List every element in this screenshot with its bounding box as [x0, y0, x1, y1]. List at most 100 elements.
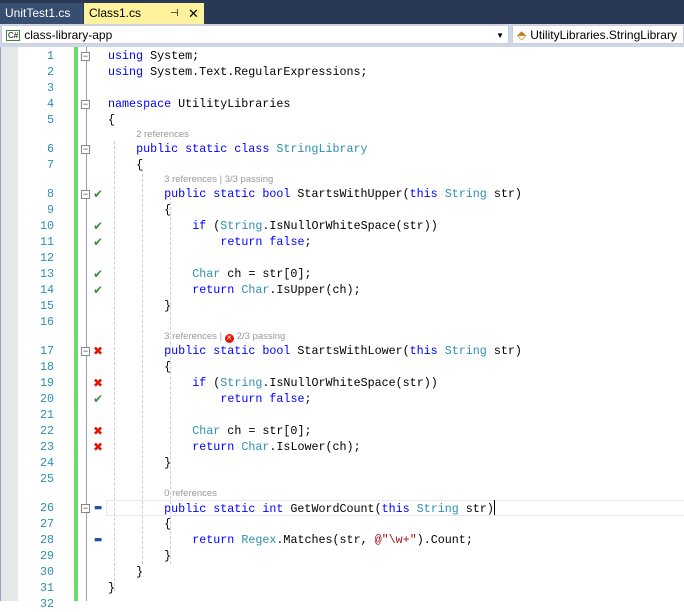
tab-class1[interactable]: Class1.cs ⊣ ✕ [84, 3, 204, 24]
code-line[interactable]: 1 − using System; [0, 48, 684, 64]
code-line[interactable]: 23 ✖ return Char.IsLower(ch); [0, 439, 684, 455]
code-line[interactable]: 32 [0, 596, 684, 612]
codelens-tests[interactable]: 2/3 passing [237, 331, 286, 342]
code-line[interactable]: 26 − ▬ public static int GetWordCount(this … [0, 500, 684, 516]
code-line[interactable]: 5{ [0, 112, 684, 128]
code-line[interactable]: 25 [0, 471, 684, 487]
codelens-references[interactable]: 3 references | 3/3 passing [164, 174, 273, 185]
code-line[interactable]: 20 ✔ return false; [0, 391, 684, 407]
scope-dropdown[interactable]: ⬘ UtilityLibraries.StringLibrary [512, 25, 684, 44]
test-fail-icon[interactable]: ✖ [92, 423, 104, 439]
code-line[interactable]: 4 − namespace UtilityLibraries [0, 96, 684, 112]
tab-bar: UnitTest1.cs Class1.cs ⊣ ✕ [0, 0, 684, 24]
code-line[interactable]: 31} [0, 580, 684, 596]
code-token: .IsUpper(ch); [269, 283, 361, 297]
codelens[interactable]: 3 references | 3/3 passing [164, 173, 273, 187]
code-line[interactable]: 2 using System.Text.RegularExpressions; [0, 64, 684, 80]
not-covered-icon[interactable]: ▬ [92, 532, 104, 548]
code-line[interactable]: 19 ✖ if (String.IsNullOrWhiteSpace(str)) [0, 375, 684, 391]
code-line[interactable]: 29} [0, 548, 684, 564]
indent-guide [170, 197, 172, 564]
test-pass-icon[interactable]: ✔ [92, 218, 104, 234]
type-name: StringLibrary [276, 142, 368, 156]
code-line[interactable]: 18{ [0, 359, 684, 375]
code-line[interactable]: 10 ✔ if (String.IsNullOrWhiteSpace(str)) [0, 218, 684, 234]
line-number: 6 [46, 142, 54, 156]
test-pass-icon[interactable]: ✔ [92, 186, 104, 202]
code-line[interactable]: 7{ [0, 157, 684, 173]
type-name: String [444, 344, 487, 358]
test-pass-icon[interactable]: ✔ [92, 282, 104, 298]
codelens-references[interactable]: 2 references [136, 129, 189, 140]
code-line[interactable]: 8 − ✔ public static bool StartsWithUpper(th… [0, 186, 684, 202]
test-pass-icon[interactable]: ✔ [92, 234, 104, 250]
code-token: StartsWithLower( [297, 344, 410, 358]
code-line[interactable]: 28 ▬ return Regex.Matches(str, @"\w+").Cou… [0, 532, 684, 548]
keyword: this [381, 502, 417, 516]
line-number: 11 [39, 235, 54, 249]
collapse-icon[interactable]: − [81, 100, 90, 109]
code-editor[interactable]: 1 − using System; 2 using System.Text.Regula… [0, 47, 684, 611]
code-text: return false; [220, 234, 311, 250]
code-line[interactable]: 17 − ✖ public static bool StartsWithLower(t… [0, 343, 684, 359]
keyword: this [409, 187, 445, 201]
close-icon[interactable]: ✕ [188, 3, 199, 24]
project-dropdown[interactable]: C# class-library-app ▼ [1, 25, 509, 44]
code-line[interactable]: 22 ✖ Char ch = str[0]; [0, 423, 684, 439]
test-pass-icon[interactable]: ✔ [92, 266, 104, 282]
test-fail-icon[interactable]: ✖ [92, 343, 104, 359]
code-line[interactable]: 12 [0, 250, 684, 266]
code-line[interactable]: 16 [0, 314, 684, 330]
collapse-icon[interactable]: − [81, 145, 90, 154]
code-line[interactable]: 27{ [0, 516, 684, 532]
keyword: if [192, 219, 214, 233]
collapse-icon[interactable]: − [81, 347, 90, 356]
line-number: 20 [39, 392, 54, 406]
code-token: .IsNullOrWhiteSpace(str)) [262, 219, 438, 233]
keyword: public static int [164, 502, 291, 516]
not-covered-icon[interactable]: ▬ [92, 500, 104, 516]
code-line[interactable]: 6 − public static class StringLibrary [0, 141, 684, 157]
code-line[interactable]: 9{ [0, 202, 684, 218]
type-name: Regex [241, 533, 277, 547]
type-name: String [416, 502, 459, 516]
codelens[interactable]: 2 references [136, 128, 189, 142]
type-name: Char [192, 267, 221, 281]
collapse-icon[interactable]: − [81, 190, 90, 199]
codelens-references[interactable]: 0 references [164, 488, 217, 499]
code-token: UtilityLibraries [171, 97, 291, 111]
test-fail-icon[interactable]: ✖ [92, 439, 104, 455]
code-line[interactable]: 13 ✔ Char ch = str[0]; [0, 266, 684, 282]
code-text: Char ch = str[0]; [192, 423, 311, 439]
pin-icon[interactable]: ⊣ [170, 3, 179, 24]
code-line[interactable]: 15} [0, 298, 684, 314]
tab-label: Class1.cs [89, 6, 142, 20]
code-token: ).Count; [416, 533, 473, 547]
code-line[interactable]: 30} [0, 564, 684, 580]
code-token: str) [486, 187, 522, 201]
line-number: 24 [39, 456, 54, 470]
tab-unittest1[interactable]: UnitTest1.cs [0, 3, 83, 24]
code-token: ; [304, 392, 312, 406]
line-number: 19 [39, 376, 54, 390]
test-pass-icon[interactable]: ✔ [92, 391, 104, 407]
code-line[interactable]: 24} [0, 455, 684, 471]
test-fail-icon: ✕ [224, 334, 234, 343]
line-number: 4 [46, 97, 54, 111]
code-text: public static class StringLibrary [136, 141, 367, 157]
code-line[interactable]: 3 [0, 80, 684, 96]
chevron-down-icon[interactable]: ▼ [496, 26, 504, 45]
codelens[interactable]: 0 references [164, 487, 217, 501]
collapse-icon[interactable]: − [81, 52, 90, 61]
collapse-icon[interactable]: − [81, 504, 90, 513]
string-literal: @"\w+" [374, 533, 417, 547]
code-line[interactable]: 14 ✔ return Char.IsUpper(ch); [0, 282, 684, 298]
line-number: 28 [39, 533, 54, 547]
code-line[interactable]: 21 [0, 407, 684, 423]
test-fail-icon[interactable]: ✖ [92, 375, 104, 391]
code-text: if (String.IsNullOrWhiteSpace(str)) [192, 375, 438, 391]
codelens-references[interactable]: 3 references | [164, 331, 225, 342]
codelens[interactable]: 3 references | ✕ 2/3 passing [164, 330, 285, 344]
keyword: public static class [136, 142, 277, 156]
code-line[interactable]: 11 ✔ return false; [0, 234, 684, 250]
